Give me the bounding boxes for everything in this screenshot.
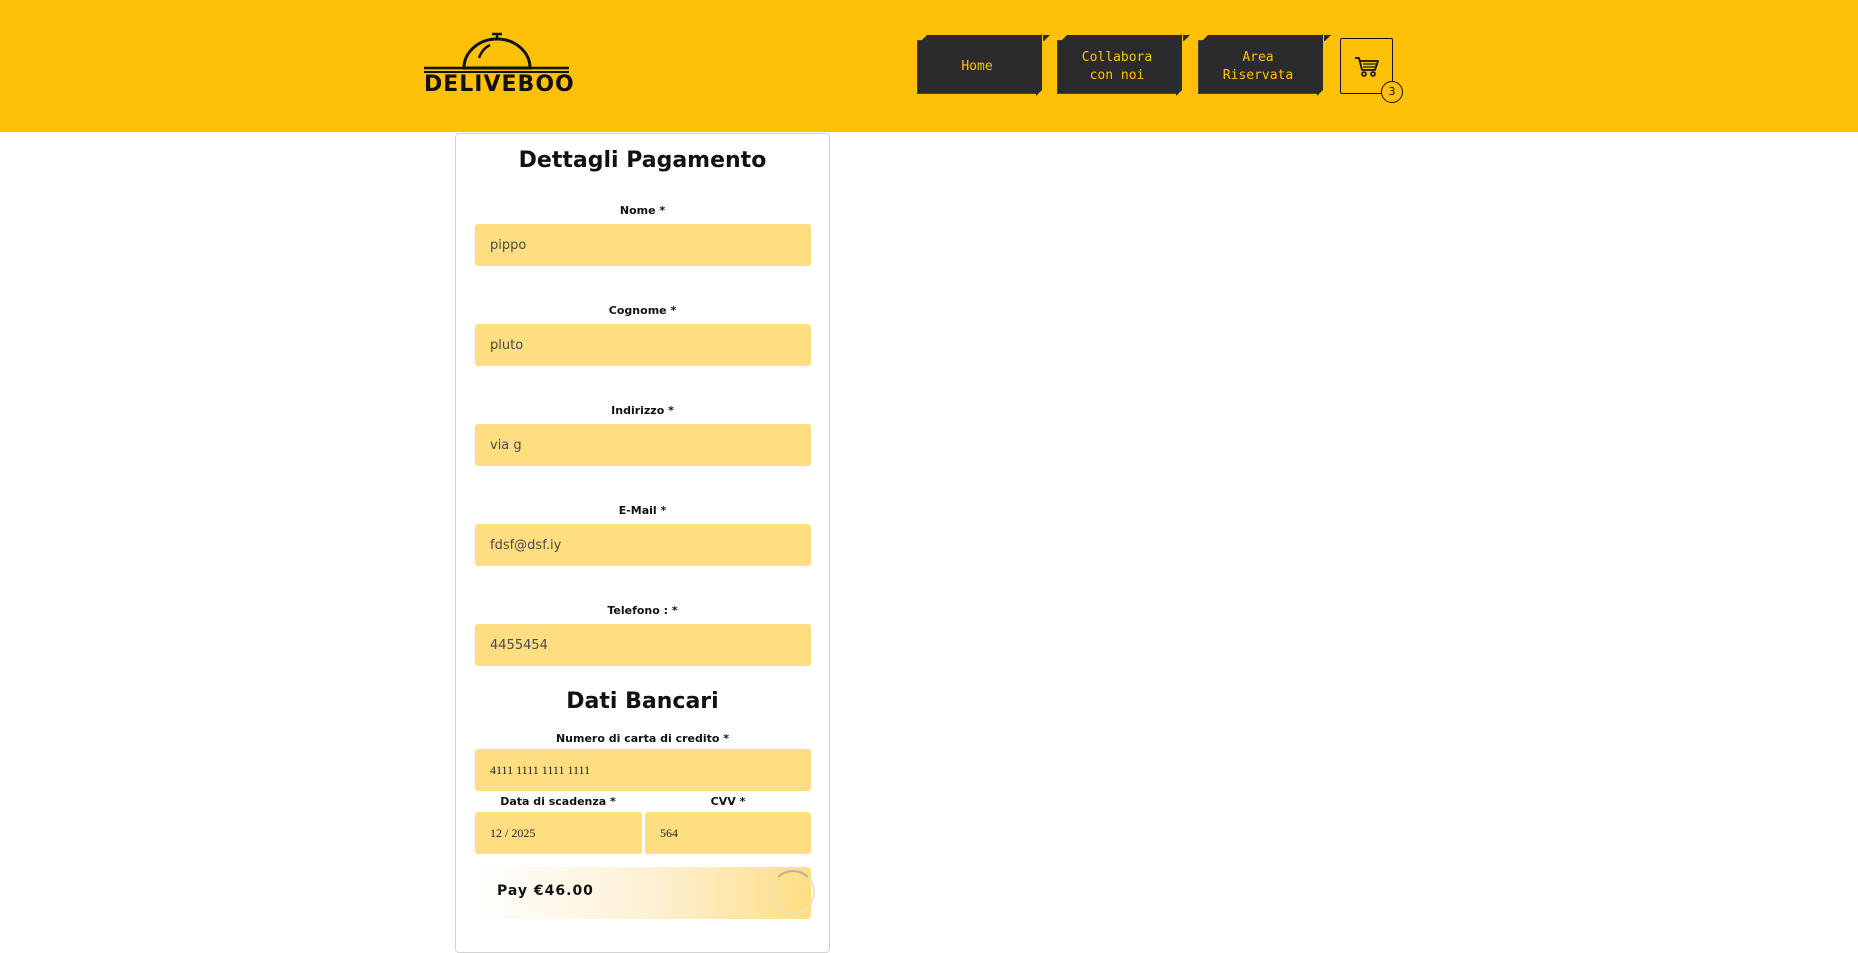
nome-input[interactable] bbox=[475, 224, 811, 266]
cart-icon bbox=[1355, 57, 1379, 77]
cognome-label: Cognome * bbox=[608, 304, 677, 317]
telefono-label: Telefono : * bbox=[607, 604, 678, 617]
expiry-label: Data di scadenza * bbox=[500, 795, 616, 808]
cart-count-badge: 3 bbox=[1381, 81, 1403, 103]
bank-details-title: Dati Bancari bbox=[566, 689, 719, 714]
payment-details-title: Dettagli Pagamento bbox=[518, 148, 767, 173]
card-number-input[interactable] bbox=[475, 749, 811, 791]
cvv-input[interactable] bbox=[645, 812, 811, 854]
email-input[interactable] bbox=[475, 524, 811, 566]
indirizzo-label: Indirizzo * bbox=[611, 404, 674, 417]
nav-area-riservata-button[interactable]: Area Riservata bbox=[1198, 33, 1332, 96]
cloche-icon bbox=[424, 32, 569, 73]
logo-text: DELIVEBOO bbox=[424, 72, 575, 97]
cvv-label: CVV * bbox=[710, 795, 746, 808]
nav-home-button[interactable]: Home bbox=[917, 33, 1051, 96]
nav-area-riservata-label: Area Riservata bbox=[1222, 50, 1294, 83]
pay-button[interactable]: Pay €46.00 bbox=[475, 867, 815, 919]
logo[interactable]: DELIVEBOO bbox=[424, 30, 575, 100]
indirizzo-input[interactable] bbox=[475, 424, 811, 466]
loading-spinner-icon bbox=[771, 870, 815, 914]
site-header: DELIVEBOO Home Collabora con noi Area Ri… bbox=[0, 0, 1858, 132]
email-label: E-Mail * bbox=[618, 504, 667, 517]
payment-form-card: Dettagli Pagamento Nome * Cognome * Indi… bbox=[455, 133, 830, 953]
nome-label: Nome * bbox=[619, 204, 666, 217]
telefono-input[interactable] bbox=[475, 624, 811, 666]
nav-collabora-label: Collabora con noi bbox=[1081, 50, 1153, 83]
cognome-input[interactable] bbox=[475, 324, 811, 366]
expiry-input[interactable] bbox=[475, 812, 642, 854]
card-number-label: Numero di carta di credito * bbox=[555, 732, 730, 745]
nav-collabora-button[interactable]: Collabora con noi bbox=[1057, 33, 1191, 96]
pay-button-label: Pay €46.00 bbox=[497, 883, 594, 899]
nav-home-label: Home bbox=[961, 59, 993, 74]
